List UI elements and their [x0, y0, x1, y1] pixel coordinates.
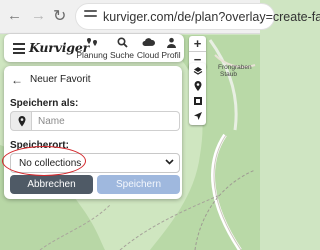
save-as-label: Speichern als:: [10, 98, 79, 109]
dialog-title: Neuer Favorit: [30, 74, 91, 85]
layers-icon[interactable]: [189, 63, 206, 78]
new-favorite-dialog: ← Neuer Favorit Speichern als: Speichero…: [4, 66, 182, 199]
map-marker-pair-icon: [76, 37, 108, 49]
back-arrow-icon[interactable]: ←: [11, 73, 23, 87]
favorite-name-input[interactable]: [32, 111, 180, 131]
collection-select[interactable]: No collections: [10, 153, 180, 173]
collection-selected-value: No collections: [19, 158, 82, 169]
nav-label: Planung: [76, 50, 108, 60]
site-settings-icon[interactable]: [84, 10, 97, 23]
navigation-arrow-icon[interactable]: [189, 108, 206, 123]
url-text: kurviger.com/de/plan?overlay=create-favo: [103, 10, 320, 24]
forward-arrow-icon[interactable]: →: [31, 8, 46, 23]
save-button[interactable]: Speichern: [97, 175, 180, 194]
map-place-label: Staub: [220, 71, 237, 78]
tool-icon[interactable]: [189, 93, 206, 108]
location-label: Speicherort:: [10, 140, 69, 151]
location-pin-icon[interactable]: [189, 78, 206, 93]
nav-label: Profil: [161, 50, 181, 60]
chevron-down-icon: [165, 157, 174, 168]
user-icon: [155, 37, 187, 49]
reload-icon[interactable]: ↻: [53, 6, 66, 26]
browser-toolbar: ← → ↻ kurviger.com/de/plan?overlay=creat…: [0, 0, 320, 34]
nav-profil[interactable]: Profil: [155, 37, 187, 60]
map-place-label: Frongraben: [218, 64, 252, 71]
location-pin-icon: [10, 111, 32, 131]
map-tools: [189, 63, 206, 125]
app-header: Kurviger Planung Suche Cloud Profil: [4, 34, 184, 62]
address-bar[interactable]: kurviger.com/de/plan?overlay=create-favo: [75, 3, 320, 30]
back-arrow-icon[interactable]: ←: [7, 8, 22, 23]
hamburger-menu-icon[interactable]: [13, 43, 25, 57]
cancel-button[interactable]: Abbrechen: [10, 175, 93, 194]
zoom-in-button[interactable]: +: [189, 36, 206, 52]
nav-planung[interactable]: Planung: [76, 37, 108, 60]
